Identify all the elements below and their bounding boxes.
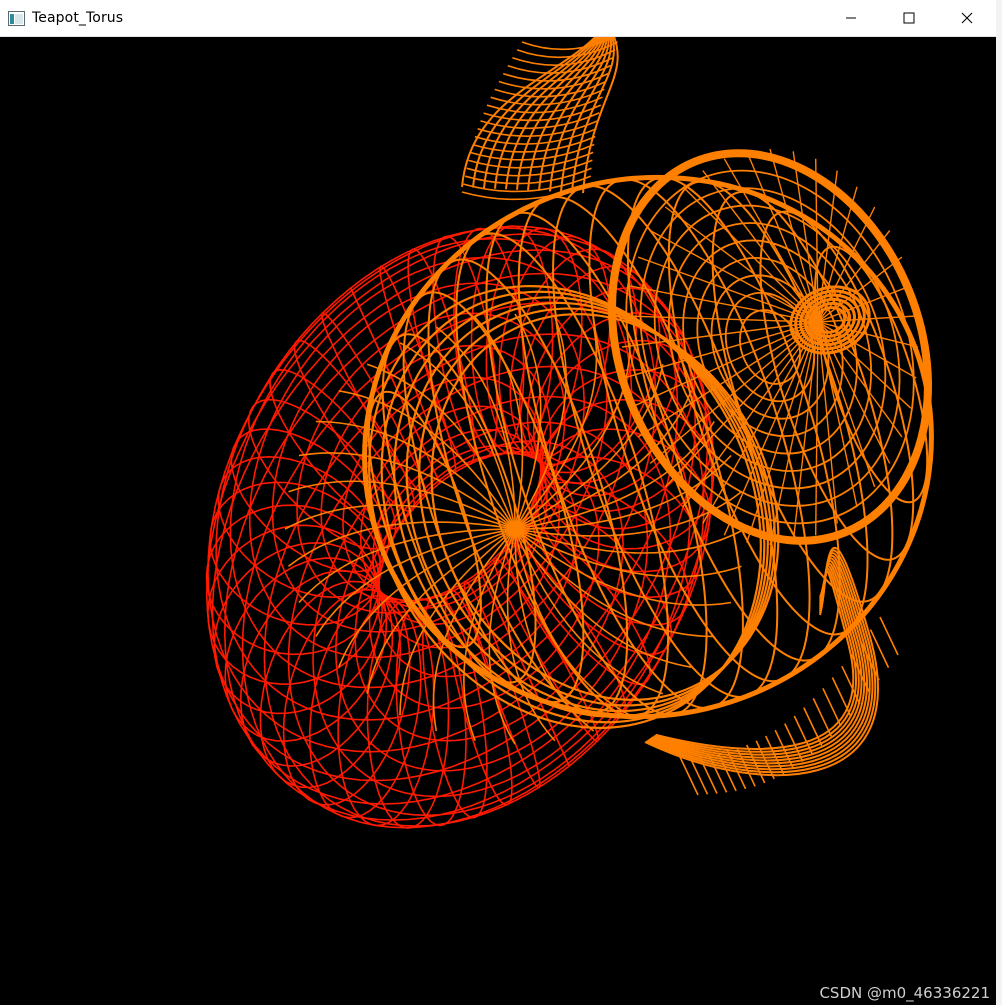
teapot-lid-spoke xyxy=(637,256,819,323)
teapot-handle-cross xyxy=(812,697,833,737)
wireframe-scene xyxy=(205,37,934,829)
window-title: Teapot_Torus xyxy=(32,10,124,26)
teapot-lid-spoke xyxy=(792,321,819,543)
background-window-edge xyxy=(996,0,1002,1005)
app-window-icon xyxy=(8,10,25,26)
window-controls xyxy=(822,0,996,36)
teapot-lid-spoke xyxy=(702,321,819,524)
close-icon xyxy=(961,12,973,24)
teapot-body-ring xyxy=(552,184,779,698)
app-window: Teapot_Torus xyxy=(0,0,996,1005)
teapot-handle-cross xyxy=(879,616,899,656)
title-bar[interactable]: Teapot_Torus xyxy=(0,0,996,37)
teapot-lid-spoke xyxy=(621,321,819,348)
teapot-body-meridian xyxy=(315,420,516,530)
opengl-viewport[interactable] xyxy=(0,37,996,1005)
maximize-button[interactable] xyxy=(880,0,938,36)
maximize-icon xyxy=(903,12,915,24)
watermark-text: CSDN @m0_46336221 xyxy=(819,984,990,1002)
minimize-icon xyxy=(846,17,856,19)
teapot-handle-cross xyxy=(822,687,842,727)
teapot-handle-cross xyxy=(831,677,852,716)
minimize-button[interactable] xyxy=(822,0,880,36)
close-button[interactable] xyxy=(938,0,996,36)
